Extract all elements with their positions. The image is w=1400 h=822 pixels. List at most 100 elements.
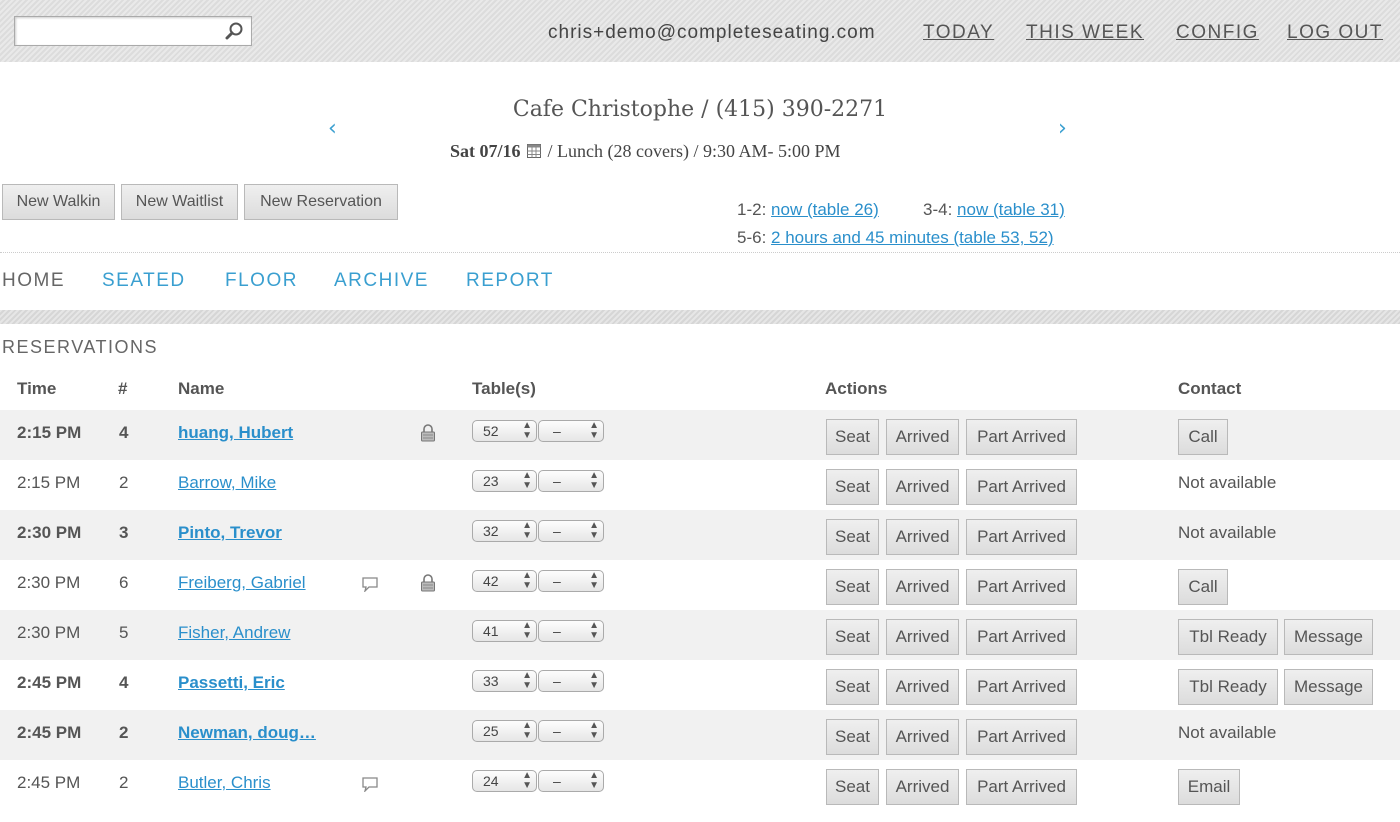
table-value: 25 bbox=[483, 723, 499, 739]
new-reservation-button[interactable]: New Reservation bbox=[244, 184, 398, 220]
stepper-icon: ▲ ▼ bbox=[522, 720, 532, 741]
next-day-icon[interactable]: › bbox=[1058, 116, 1067, 141]
guest-name-link[interactable]: Passetti, Eric bbox=[178, 673, 285, 692]
table-value: 52 bbox=[483, 423, 499, 439]
part-arrived-button[interactable]: Part Arrived bbox=[966, 769, 1077, 805]
seat-button[interactable]: Seat bbox=[826, 519, 879, 555]
logout-link[interactable]: LOG OUT bbox=[1287, 22, 1383, 44]
contact-button[interactable]: Email bbox=[1178, 769, 1240, 805]
table-row: 2:15 PM 4 huang, Hubert 52 ▲ ▼ – ▲ ▼ Seat Arrived P… bbox=[0, 410, 1400, 460]
part-arrived-button[interactable]: Part Arrived bbox=[966, 419, 1077, 455]
table2-select[interactable]: – ▲ ▼ bbox=[538, 570, 604, 592]
contact-button[interactable]: Tbl Ready bbox=[1178, 669, 1278, 705]
message-button[interactable]: Message bbox=[1284, 619, 1373, 655]
part-arrived-button[interactable]: Part Arrived bbox=[966, 519, 1077, 555]
wait-link[interactable]: now (table 31) bbox=[957, 200, 1065, 219]
part-arrived-button[interactable]: Part Arrived bbox=[966, 569, 1077, 605]
config-link[interactable]: CONFIG bbox=[1176, 22, 1259, 44]
seat-button[interactable]: Seat bbox=[826, 669, 879, 705]
arrived-button[interactable]: Arrived bbox=[886, 669, 959, 705]
contact-button[interactable]: Tbl Ready bbox=[1178, 619, 1278, 655]
guest-name-link[interactable]: Freiberg, Gabriel bbox=[178, 573, 306, 592]
stepper-icon: ▲ ▼ bbox=[589, 470, 599, 491]
table2-value: – bbox=[553, 423, 561, 439]
table2-select[interactable]: – ▲ ▼ bbox=[538, 520, 604, 542]
this-week-link[interactable]: THIS WEEK bbox=[1026, 22, 1144, 44]
wait-label: 1-2: bbox=[737, 200, 767, 219]
table2-select[interactable]: – ▲ ▼ bbox=[538, 670, 604, 692]
today-link[interactable]: TODAY bbox=[923, 22, 994, 44]
wait-1-2: 1-2: now (table 26) bbox=[737, 200, 879, 220]
table-select[interactable]: 32 ▲ ▼ bbox=[472, 520, 537, 542]
seat-button[interactable]: Seat bbox=[826, 719, 879, 755]
table2-value: – bbox=[553, 573, 561, 589]
table-select[interactable]: 41 ▲ ▼ bbox=[472, 620, 537, 642]
row-time: 2:45 PM bbox=[17, 723, 82, 742]
note-bubble-icon[interactable] bbox=[361, 776, 379, 792]
note-bubble-icon[interactable] bbox=[361, 576, 379, 592]
col-contact: Contact bbox=[1178, 379, 1242, 398]
part-arrived-button[interactable]: Part Arrived bbox=[966, 669, 1077, 705]
arrived-button[interactable]: Arrived bbox=[886, 469, 959, 505]
arrived-button[interactable]: Arrived bbox=[886, 419, 959, 455]
table2-select[interactable]: – ▲ ▼ bbox=[538, 470, 604, 492]
arrived-button[interactable]: Arrived bbox=[886, 519, 959, 555]
table-row: 2:30 PM 6 Freiberg, Gabriel 42 ▲ ▼ – ▲ ▼ Seat Arri… bbox=[0, 560, 1400, 610]
table2-select[interactable]: – ▲ ▼ bbox=[538, 420, 604, 442]
prev-day-icon[interactable]: ‹ bbox=[328, 116, 337, 141]
nav-seated[interactable]: SEATED bbox=[102, 270, 186, 292]
table-select[interactable]: 23 ▲ ▼ bbox=[472, 470, 537, 492]
part-arrived-button[interactable]: Part Arrived bbox=[966, 469, 1077, 505]
guest-name-link[interactable]: Fisher, Andrew bbox=[178, 623, 290, 642]
arrived-button[interactable]: Arrived bbox=[886, 719, 959, 755]
part-arrived-button[interactable]: Part Arrived bbox=[966, 619, 1077, 655]
part-arrived-button[interactable]: Part Arrived bbox=[966, 719, 1077, 755]
table-value: 33 bbox=[483, 673, 499, 689]
seat-button[interactable]: Seat bbox=[826, 469, 879, 505]
new-walkin-button[interactable]: New Walkin bbox=[2, 184, 115, 220]
table2-select[interactable]: – ▲ ▼ bbox=[538, 720, 604, 742]
nav-report[interactable]: REPORT bbox=[466, 270, 554, 292]
table-select[interactable]: 33 ▲ ▼ bbox=[472, 670, 537, 692]
row-time: 2:45 PM bbox=[17, 673, 82, 692]
guest-name-link[interactable]: Barrow, Mike bbox=[178, 473, 276, 492]
seat-button[interactable]: Seat bbox=[826, 569, 879, 605]
stepper-icon: ▲ ▼ bbox=[589, 620, 599, 641]
guest-name-link[interactable]: Newman, doug… bbox=[178, 723, 316, 742]
arrived-button[interactable]: Arrived bbox=[886, 569, 959, 605]
seat-button[interactable]: Seat bbox=[826, 619, 879, 655]
search-input[interactable] bbox=[14, 16, 252, 46]
arrived-button[interactable]: Arrived bbox=[886, 619, 959, 655]
search-icon[interactable] bbox=[225, 21, 245, 41]
nav-home[interactable]: HOME bbox=[2, 270, 65, 292]
seat-button[interactable]: Seat bbox=[826, 419, 879, 455]
table2-select[interactable]: – ▲ ▼ bbox=[538, 770, 604, 792]
new-waitlist-button[interactable]: New Waitlist bbox=[121, 184, 238, 220]
table-select[interactable]: 42 ▲ ▼ bbox=[472, 570, 537, 592]
table-select[interactable]: 52 ▲ ▼ bbox=[472, 420, 537, 442]
table-row: 2:30 PM 3 Pinto, Trevor 32 ▲ ▼ – ▲ ▼ Seat Arrived P… bbox=[0, 510, 1400, 560]
stepper-icon: ▲ ▼ bbox=[589, 520, 599, 541]
table-value: 32 bbox=[483, 523, 499, 539]
table2-select[interactable]: – ▲ ▼ bbox=[538, 620, 604, 642]
table-select[interactable]: 24 ▲ ▼ bbox=[472, 770, 537, 792]
col-time: Time bbox=[17, 379, 57, 398]
wait-link[interactable]: 2 hours and 45 minutes (table 53, 52) bbox=[771, 228, 1054, 247]
guest-name-link[interactable]: Pinto, Trevor bbox=[178, 523, 282, 542]
arrived-button[interactable]: Arrived bbox=[886, 769, 959, 805]
contact-button[interactable]: Call bbox=[1178, 419, 1228, 455]
table-select[interactable]: 25 ▲ ▼ bbox=[472, 720, 537, 742]
wait-link[interactable]: now (table 26) bbox=[771, 200, 879, 219]
contact-button[interactable]: Call bbox=[1178, 569, 1228, 605]
stepper-icon: ▲ ▼ bbox=[589, 570, 599, 591]
calendar-icon[interactable] bbox=[527, 144, 542, 158]
guest-name-link[interactable]: huang, Hubert bbox=[178, 423, 293, 442]
nav-floor[interactable]: FLOOR bbox=[225, 270, 298, 292]
guest-name-link[interactable]: Butler, Chris bbox=[178, 773, 271, 792]
stepper-icon: ▲ ▼ bbox=[589, 720, 599, 741]
nav-archive[interactable]: ARCHIVE bbox=[334, 270, 429, 292]
section-title: RESERVATIONS bbox=[2, 337, 159, 357]
row-time: 2:30 PM bbox=[17, 523, 82, 542]
seat-button[interactable]: Seat bbox=[826, 769, 879, 805]
message-button[interactable]: Message bbox=[1284, 669, 1373, 705]
